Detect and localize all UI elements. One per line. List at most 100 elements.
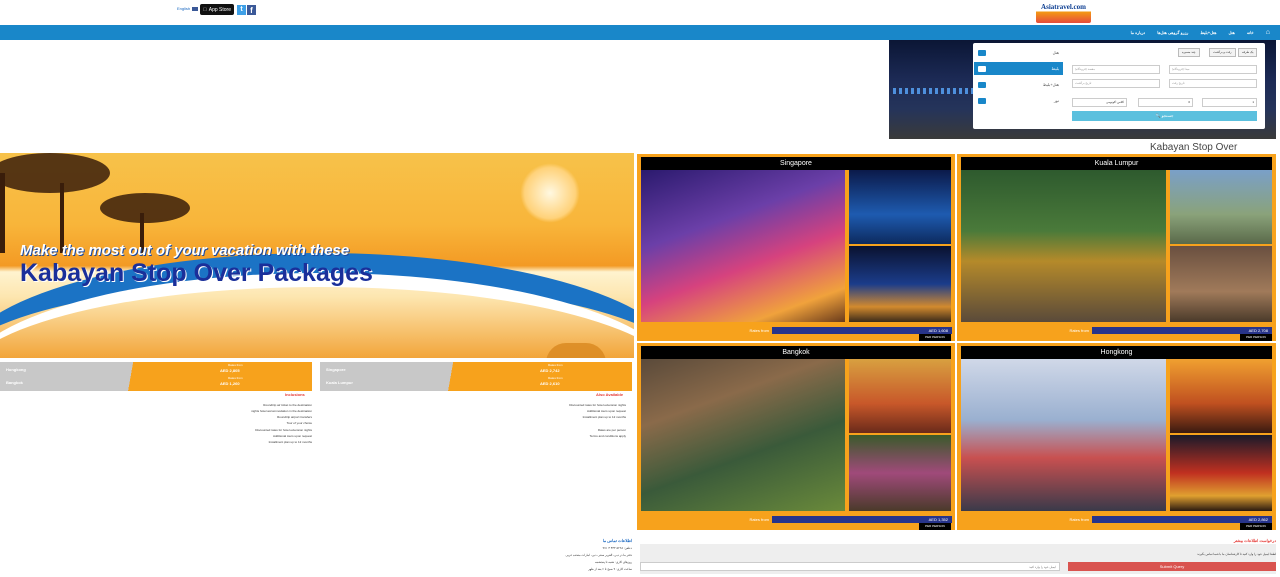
strip-destination: Bangkok <box>6 380 23 385</box>
extra-item: Terms and conditions apply <box>589 434 626 438</box>
home-icon[interactable]: ⌂ <box>1266 29 1270 36</box>
strip-destination: Singapore <box>326 367 346 372</box>
logo-text: Asiatravel.com <box>1041 3 1086 11</box>
tile-side-photo <box>1170 435 1272 511</box>
tile-main-photo <box>961 359 1166 511</box>
logo[interactable]: Asiatravel.com <box>1036 2 1091 23</box>
tile-price: AED 1,352 <box>772 516 952 523</box>
tile-price: AED 1,608 <box>772 327 952 334</box>
inclusion-item: Installment plan up to 12 months <box>268 440 312 444</box>
palm-leaves-graphic <box>0 153 110 193</box>
search-panel: هتل بلیط هتل+‌بلیط تور یک طرفه رفت و برگ… <box>973 43 1265 129</box>
inclusion-item: Roundtrip air ticket to the destination <box>263 403 312 407</box>
nav-item-hotel-flight[interactable]: هتل‌+‌بلیط <box>1200 30 1216 35</box>
extra-item: Installment plan up to 12 months <box>582 415 626 419</box>
language-link[interactable]: English <box>177 6 190 11</box>
radio-multi-city[interactable]: چند مسیره <box>1178 48 1200 57</box>
strip-price: AED 2,805 <box>220 368 240 373</box>
twitter-icon[interactable]: t <box>237 5 246 15</box>
enquiry-text: لطفا ایمیل خود را وارد کنید تا کارشناسان… <box>1197 552 1276 556</box>
adults-select[interactable]: 1 <box>1202 98 1257 107</box>
tile-side-photo <box>1170 246 1272 322</box>
tile-per-person: PER PERSON <box>1240 523 1272 530</box>
language-switch[interactable]: English <box>177 6 199 11</box>
apple-icon:  <box>203 7 207 13</box>
bed-icon <box>978 49 986 56</box>
tile-side-photo <box>849 435 951 511</box>
inclusion-item: Additional tours upon request <box>272 434 312 438</box>
tab-hotel-flight[interactable]: هتل+‌بلیط <box>974 78 1063 91</box>
tile-title: Singapore <box>641 157 951 170</box>
tile-side-photo <box>849 170 951 244</box>
contact-title: اطلاعات تماس ما <box>602 538 632 543</box>
search-icon: 🔍 <box>1155 113 1161 118</box>
extra-item: Additional tours upon request <box>586 409 626 413</box>
email-input[interactable] <box>640 562 1060 571</box>
tile-per-person: PER PERSON <box>1240 334 1272 341</box>
strip-rates-from: Rates from <box>228 363 243 367</box>
radio-one-way[interactable]: یک طرفه <box>1238 48 1258 57</box>
tab-hotel-label: هتل <box>1052 50 1059 55</box>
tab-hotel[interactable]: هتل <box>974 46 1063 59</box>
building-icon <box>978 97 986 104</box>
contact-line: ساعت کاری: ۹ صبح تا ۶ بعد از ظهر <box>588 567 632 571</box>
tile-side-photo <box>1170 359 1272 433</box>
strip-price: AED 1,260 <box>220 381 240 386</box>
banner-tagline: Make the most out of your vacation with … <box>20 242 350 259</box>
radio-round-trip[interactable]: رفت و برگشت <box>1209 48 1236 57</box>
tile-main-photo <box>641 359 845 511</box>
app-store-badge[interactable]:  App Store <box>200 4 234 15</box>
nav-item-group-hotels[interactable]: رزرو گروهی هتل‌ها <box>1157 30 1188 35</box>
tile-title: Bangkok <box>641 346 951 359</box>
price-strip: Singapore Kuala Lumpur Rates from AED 2,… <box>320 362 632 391</box>
tile-per-person: PER PERSON <box>919 523 951 530</box>
strip-destination: Hongkong <box>6 367 26 372</box>
children-select[interactable]: 0 <box>1138 98 1193 107</box>
tab-tour-label: تور <box>1053 98 1059 103</box>
contact-line: تلفن: ۵۲۲۸ ۴۴۳ ۴ ۹۷۱+ <box>602 546 632 550</box>
destination-tile-singapore[interactable]: Singapore Rates from AED 1,608 PER PERSO… <box>637 154 955 341</box>
strip-rates-from: Rates from <box>228 376 243 380</box>
palm-leaves-graphic <box>100 193 190 223</box>
tile-side-photo <box>849 359 951 433</box>
from-field[interactable]: مبدا (فرودگاه) <box>1169 65 1257 74</box>
inclusion-item: Roundtrip airport transfers <box>277 415 312 419</box>
suitcase-icon <box>978 81 986 88</box>
nav-item-home[interactable]: خانه <box>1247 30 1254 35</box>
strip-price: AED 2,742 <box>540 368 560 373</box>
strip-rates-from: Rates from <box>548 376 563 380</box>
main-nav: ⌂ خانه هتل هتل‌+‌بلیط رزرو گروهی هتل‌ها … <box>0 25 1280 40</box>
tile-per-person: PER PERSON <box>919 334 951 341</box>
tile-main-photo <box>641 170 845 322</box>
return-date-field[interactable]: تاریخ برگشت <box>1072 79 1160 88</box>
contact-line: روزهای کاری: شنبه تا پنجشنبه <box>595 560 632 564</box>
to-field[interactable]: مقصد (فرودگاه) <box>1072 65 1160 74</box>
search-button[interactable]: 🔍 جستجو <box>1072 111 1257 121</box>
also-available-title: Also Available <box>596 392 624 397</box>
strip-price: AED 2,610 <box>540 381 560 386</box>
tab-flight[interactable]: بلیط <box>974 62 1063 75</box>
tile-price: AED 2,708 <box>1092 327 1272 334</box>
tile-title: Kuala Lumpur <box>961 157 1272 170</box>
tile-side-photo <box>849 246 951 322</box>
class-select[interactable]: کلاس اکونومی <box>1072 98 1127 107</box>
price-strip: Hongkong Bangkok Rates from AED 2,805 Ra… <box>0 362 312 391</box>
top-bar: English  App Store t f Asiatravel.com <box>0 0 1280 25</box>
submit-query-button[interactable]: Submit Query <box>1068 562 1276 571</box>
destination-tile-kuala-lumpur[interactable]: Kuala Lumpur Rates from AED 2,708 PER PE… <box>957 154 1276 341</box>
promo-banner: Make the most out of your vacation with … <box>0 153 634 358</box>
page-title: Kabayan Stop Over <box>1150 142 1238 153</box>
app-store-label: App Store <box>206 6 231 13</box>
search-tabs: هتل بلیط هتل+‌بلیط تور <box>974 46 1063 107</box>
extra-item: Discounted rates for hotel extension nig… <box>569 403 626 407</box>
tile-side-photo <box>1170 170 1272 244</box>
depart-date-field[interactable]: تاریخ رفت <box>1169 79 1257 88</box>
facebook-icon[interactable]: f <box>247 5 256 15</box>
tab-tour[interactable]: تور <box>974 94 1063 107</box>
nav-item-hotel[interactable]: هتل <box>1228 30 1234 35</box>
strip-destination: Kuala Lumpur <box>326 380 353 385</box>
nav-item-about[interactable]: درباره ما <box>1131 30 1146 35</box>
destination-tile-bangkok[interactable]: Bangkok Rates from AED 1,352 PER PERSON <box>637 343 955 530</box>
destination-tile-hongkong[interactable]: Hongkong Rates from AED 2,862 PER PERSON <box>957 343 1276 530</box>
tab-hotel-flight-label: هتل+‌بلیط <box>1042 82 1059 87</box>
